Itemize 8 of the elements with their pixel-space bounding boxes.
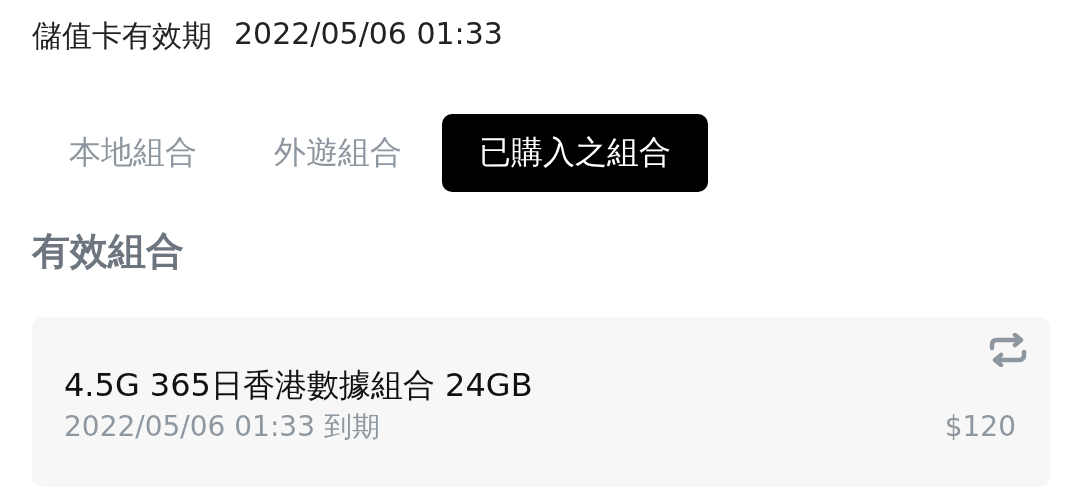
plan-card[interactable]: 4.5G 365日香港數據組合 24GB 2022/05/06 01:33 到期 $120 bbox=[32, 317, 1050, 487]
plan-price: $120 bbox=[944, 409, 1016, 445]
section-title: 有效組合 bbox=[32, 228, 185, 275]
expiry-date: 2022/05/06 01:33 bbox=[234, 16, 503, 53]
expiry-label: 儲值卡有效期 bbox=[32, 17, 212, 55]
plan-name: 4.5G 365日香港數據組合 24GB bbox=[64, 365, 534, 406]
tab[interactable]: 已購入之組合 bbox=[442, 114, 708, 192]
plan-expiry: 2022/05/06 01:33 到期 bbox=[64, 409, 380, 445]
